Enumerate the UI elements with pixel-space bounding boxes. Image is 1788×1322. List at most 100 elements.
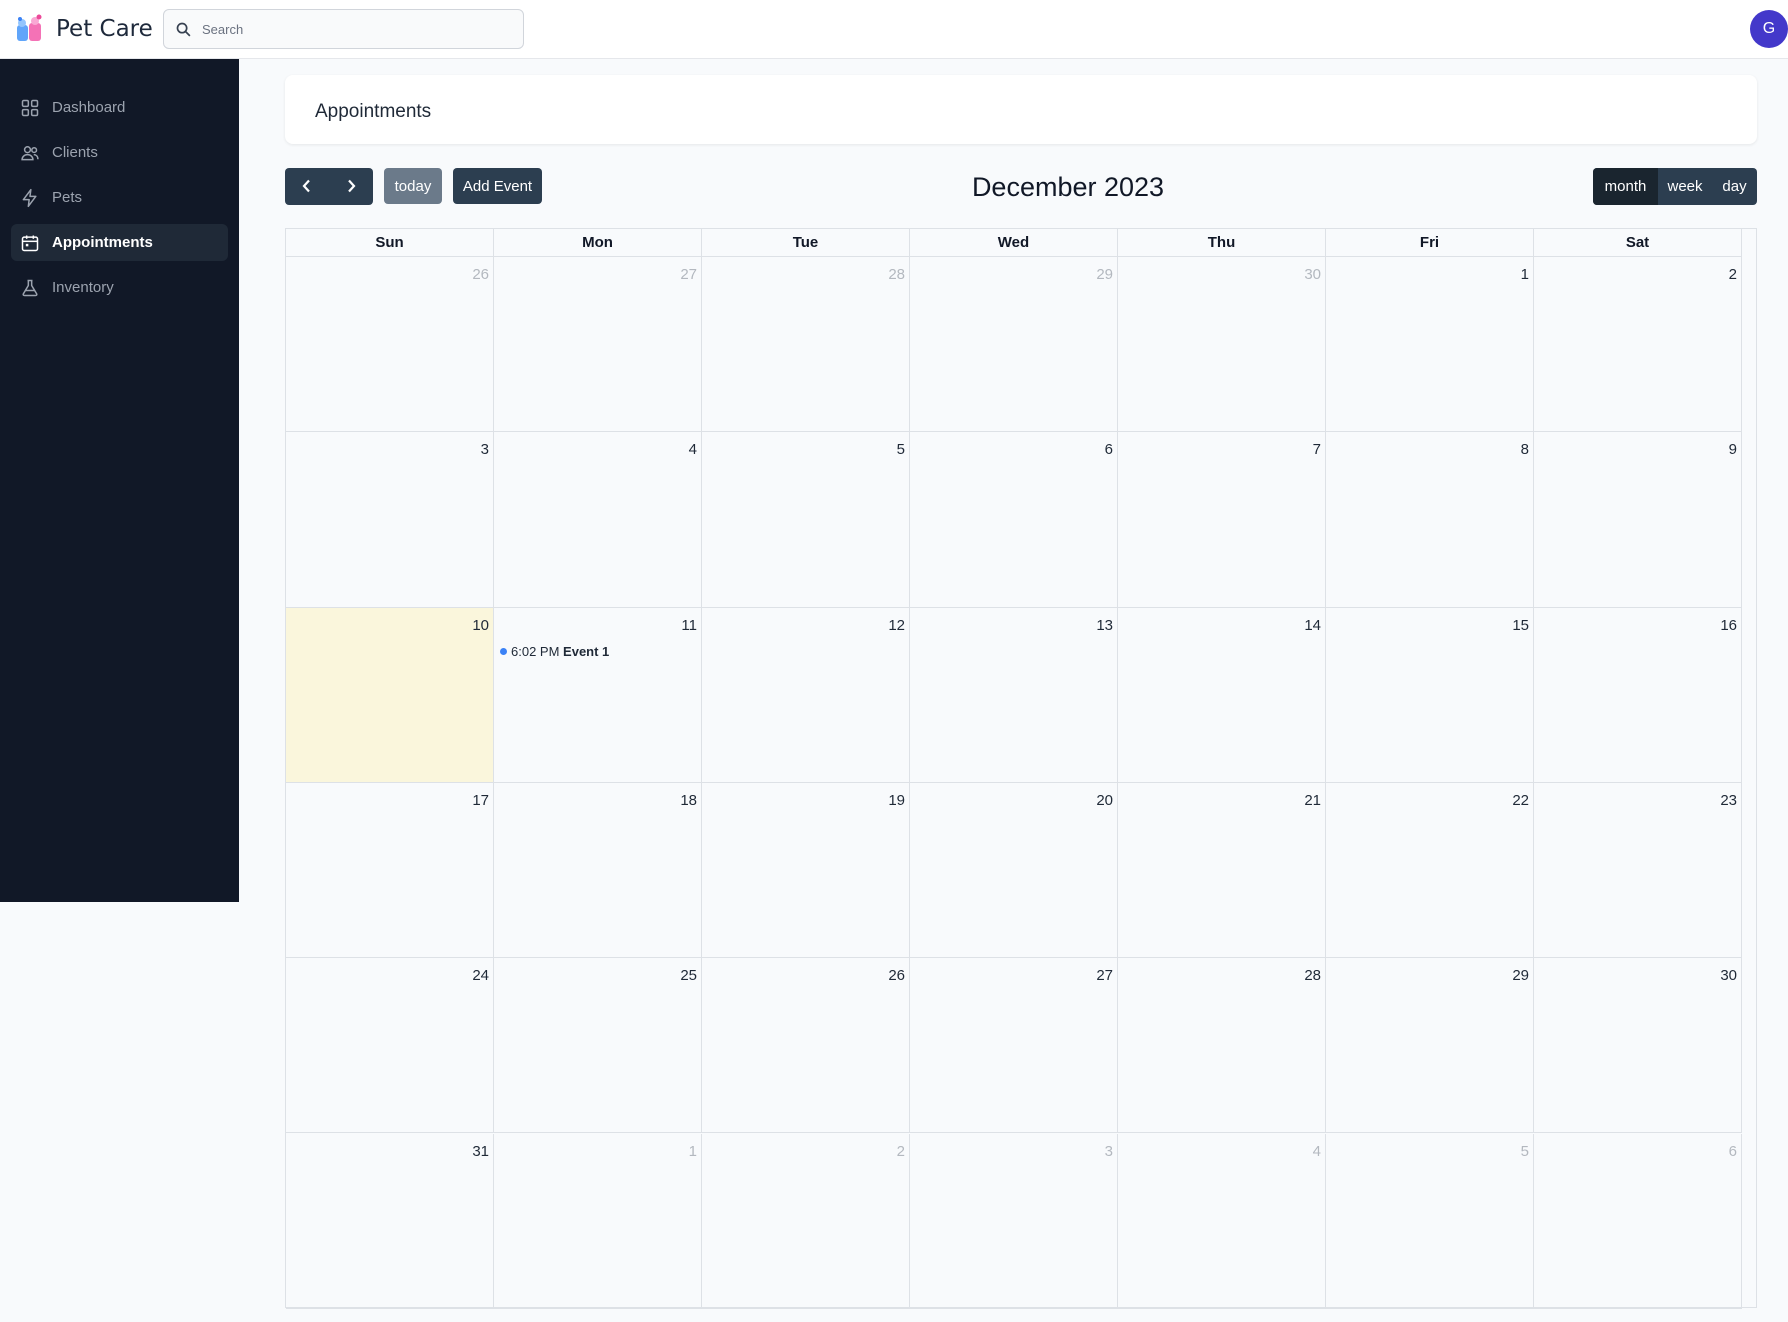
- day-number[interactable]: 29: [1512, 967, 1529, 984]
- day-cell[interactable]: 28: [702, 257, 910, 433]
- day-cell[interactable]: 21: [1118, 782, 1326, 959]
- day-cell[interactable]: 9: [1534, 432, 1742, 608]
- add-event-button[interactable]: Add Event: [453, 168, 542, 204]
- day-cell[interactable]: 25: [494, 958, 702, 1134]
- day-number[interactable]: 6: [1105, 441, 1113, 458]
- day-number[interactable]: 1: [689, 1143, 697, 1160]
- sidebar-item-appointments[interactable]: Appointments: [11, 224, 228, 261]
- search-input[interactable]: [202, 18, 512, 40]
- day-number[interactable]: 28: [888, 266, 905, 283]
- sidebar-item-pets[interactable]: Pets: [11, 179, 228, 216]
- view-day-button[interactable]: day: [1712, 168, 1757, 205]
- day-cell[interactable]: 29: [1326, 958, 1534, 1134]
- search-box[interactable]: [163, 9, 524, 49]
- day-cell[interactable]: 26: [702, 958, 910, 1134]
- day-number[interactable]: 19: [888, 792, 905, 809]
- day-cell[interactable]: 26: [286, 257, 494, 433]
- day-number[interactable]: 31: [472, 1143, 489, 1160]
- day-number[interactable]: 29: [1096, 266, 1113, 283]
- day-cell[interactable]: 12: [702, 607, 910, 783]
- day-number[interactable]: 26: [888, 967, 905, 984]
- day-cell[interactable]: 2: [1534, 257, 1742, 433]
- day-cell[interactable]: 23: [1534, 782, 1742, 959]
- day-cell[interactable]: 20: [910, 782, 1118, 959]
- day-number[interactable]: 25: [680, 967, 697, 984]
- next-month-button[interactable]: [329, 168, 373, 205]
- day-cell[interactable]: 22: [1326, 782, 1534, 959]
- day-cell[interactable]: 14: [1118, 607, 1326, 783]
- calendar-event[interactable]: 6:02 PM Event 1: [500, 644, 609, 659]
- day-number[interactable]: 16: [1720, 617, 1737, 634]
- day-number[interactable]: 30: [1304, 266, 1321, 283]
- day-cell[interactable]: 3: [286, 432, 494, 608]
- day-cell[interactable]: 30: [1118, 257, 1326, 433]
- day-number[interactable]: 27: [680, 266, 697, 283]
- day-number[interactable]: 22: [1512, 792, 1529, 809]
- day-number[interactable]: 14: [1304, 617, 1321, 634]
- day-cell[interactable]: 24: [286, 958, 494, 1134]
- day-number[interactable]: 4: [689, 441, 697, 458]
- day-cell[interactable]: 18: [494, 782, 702, 959]
- day-number[interactable]: 15: [1512, 617, 1529, 634]
- day-number[interactable]: 24: [472, 967, 489, 984]
- day-cell[interactable]: 28: [1118, 958, 1326, 1134]
- day-number[interactable]: 3: [1105, 1143, 1113, 1160]
- day-number[interactable]: 1: [1521, 266, 1529, 283]
- day-number[interactable]: 18: [680, 792, 697, 809]
- day-number[interactable]: 28: [1304, 967, 1321, 984]
- day-cell[interactable]: 10: [286, 607, 494, 783]
- day-cell[interactable]: 17: [286, 782, 494, 959]
- day-cell[interactable]: 15: [1326, 607, 1534, 783]
- day-cell[interactable]: 1: [1326, 257, 1534, 433]
- day-cell[interactable]: 30: [1534, 958, 1742, 1134]
- day-cell[interactable]: 29: [910, 257, 1118, 433]
- day-number[interactable]: 23: [1720, 792, 1737, 809]
- day-cell[interactable]: 6: [1534, 1133, 1742, 1309]
- view-week-button[interactable]: week: [1658, 168, 1712, 205]
- day-cell[interactable]: 13: [910, 607, 1118, 783]
- day-number[interactable]: 10: [472, 617, 489, 634]
- day-cell[interactable]: 3: [910, 1133, 1118, 1309]
- day-cell[interactable]: 7: [1118, 432, 1326, 608]
- day-cell[interactable]: 8: [1326, 432, 1534, 608]
- day-number[interactable]: 30: [1720, 967, 1737, 984]
- day-cell[interactable]: 16: [1534, 607, 1742, 783]
- day-number[interactable]: 9: [1729, 441, 1737, 458]
- day-number[interactable]: 7: [1313, 441, 1321, 458]
- day-cell[interactable]: 27: [910, 958, 1118, 1134]
- day-cell[interactable]: 4: [1118, 1133, 1326, 1309]
- day-cell[interactable]: 4: [494, 432, 702, 608]
- day-number[interactable]: 5: [1521, 1143, 1529, 1160]
- day-number[interactable]: 20: [1096, 792, 1113, 809]
- sidebar-item-clients[interactable]: Clients: [11, 134, 228, 171]
- prev-month-button[interactable]: [285, 168, 329, 205]
- day-number[interactable]: 2: [1729, 266, 1737, 283]
- day-number[interactable]: 13: [1096, 617, 1113, 634]
- day-number[interactable]: 3: [481, 441, 489, 458]
- day-number[interactable]: 17: [472, 792, 489, 809]
- day-number[interactable]: 5: [897, 441, 905, 458]
- day-number[interactable]: 2: [897, 1143, 905, 1160]
- day-number[interactable]: 4: [1313, 1143, 1321, 1160]
- sidebar-item-inventory[interactable]: Inventory: [11, 269, 228, 306]
- day-cell[interactable]: 6: [910, 432, 1118, 608]
- day-number[interactable]: 8: [1521, 441, 1529, 458]
- day-cell[interactable]: 31: [286, 1133, 494, 1309]
- today-button[interactable]: today: [384, 168, 442, 204]
- day-cell[interactable]: 5: [702, 432, 910, 608]
- day-number[interactable]: 27: [1096, 967, 1113, 984]
- view-month-button[interactable]: month: [1593, 168, 1658, 205]
- day-cell[interactable]: 11 6:02 PM Event 1: [494, 607, 702, 783]
- user-avatar[interactable]: G: [1750, 10, 1788, 48]
- day-cell[interactable]: 1: [494, 1133, 702, 1309]
- day-number[interactable]: 11: [681, 617, 697, 634]
- day-number[interactable]: 12: [888, 617, 905, 634]
- day-cell[interactable]: 27: [494, 257, 702, 433]
- day-number[interactable]: 6: [1729, 1143, 1737, 1160]
- day-cell[interactable]: 2: [702, 1133, 910, 1309]
- day-cell[interactable]: 5: [1326, 1133, 1534, 1309]
- day-number[interactable]: 21: [1304, 792, 1321, 809]
- sidebar-item-dashboard[interactable]: Dashboard: [11, 89, 228, 126]
- day-number[interactable]: 26: [472, 266, 489, 283]
- day-cell[interactable]: 19: [702, 782, 910, 959]
